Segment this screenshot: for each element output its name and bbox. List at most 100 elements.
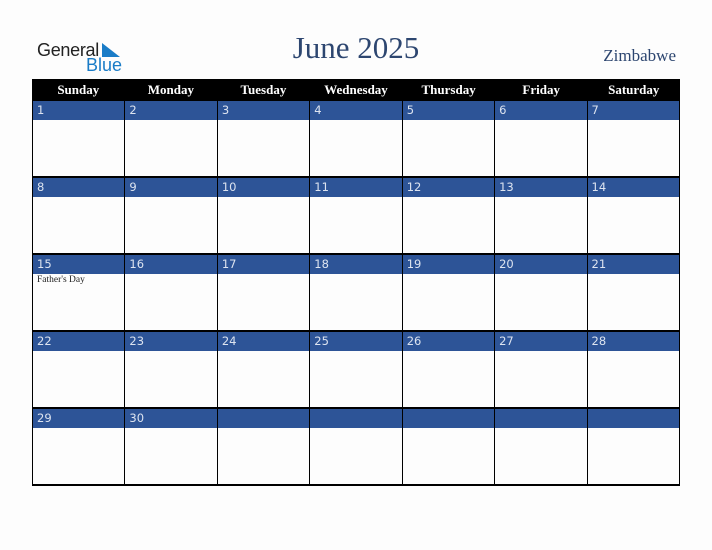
day-number: 27 — [495, 332, 587, 351]
holiday-label — [125, 120, 216, 121]
day-number: 8 — [33, 178, 125, 197]
holiday-label — [218, 428, 309, 429]
day-number — [217, 409, 310, 428]
day-cell: 4 — [309, 101, 402, 176]
day-number: 1 — [33, 101, 125, 120]
day-cell: 30 — [124, 409, 217, 484]
holiday-label — [403, 197, 494, 198]
holiday-label — [310, 197, 401, 198]
day-number — [587, 409, 679, 428]
day-number: 22 — [33, 332, 125, 351]
day-cell: 16 — [124, 255, 217, 330]
holiday-label — [495, 274, 586, 275]
day-cell — [586, 409, 680, 484]
day-number: 16 — [125, 255, 217, 274]
weekday-header: Sunday Monday Tuesday Wednesday Thursday Frid… — [32, 79, 680, 101]
day-cell: 8 — [32, 178, 125, 253]
holiday-label — [33, 428, 124, 429]
holiday-label — [125, 428, 216, 429]
holiday-label — [588, 428, 679, 429]
day-number: 14 — [587, 178, 679, 197]
day-number: 25 — [310, 332, 402, 351]
holiday-label — [310, 274, 401, 275]
holiday-label — [125, 197, 216, 198]
holiday-label — [588, 120, 679, 121]
holiday-label — [403, 428, 494, 429]
day-number: 3 — [217, 101, 310, 120]
day-cell: 3 — [216, 101, 310, 176]
day-number: 28 — [587, 332, 679, 351]
day-cell: 29 — [32, 409, 125, 484]
day-cell: 15 Father's Day — [32, 255, 125, 330]
day-number: 15 — [33, 255, 125, 274]
day-cell: 28 — [586, 332, 680, 407]
day-number: 18 — [310, 255, 402, 274]
day-number: 6 — [495, 101, 587, 120]
day-number: 20 — [495, 255, 587, 274]
day-cell: 2 — [124, 101, 217, 176]
holiday-label — [218, 197, 309, 198]
holiday-label — [403, 120, 494, 121]
calendar-grid: 1 2 3 4 5 6 7 8 9 10 11 12 13 14 15 Father's Day 16 17 18 1… — [32, 101, 680, 486]
holiday-label — [33, 120, 124, 121]
day-cell: 23 — [124, 332, 217, 407]
holiday-label — [310, 351, 401, 352]
day-cell: 17 — [216, 255, 310, 330]
day-cell: 22 — [32, 332, 125, 407]
weekday-wednesday: Wednesday — [324, 82, 388, 97]
day-number — [495, 409, 587, 428]
day-cell: 13 — [494, 178, 587, 253]
holiday-label — [218, 274, 309, 275]
holiday-label — [495, 120, 586, 121]
week-row: 22 23 24 25 26 27 28 — [32, 332, 680, 409]
day-number: 23 — [125, 332, 217, 351]
day-number: 21 — [587, 255, 679, 274]
day-number: 17 — [217, 255, 310, 274]
day-number: 26 — [402, 332, 495, 351]
weekday-sunday: Sunday — [57, 82, 100, 97]
week-row: 1234567 — [32, 101, 680, 178]
holiday-label — [588, 351, 679, 352]
weekday-thursday: Thursday — [421, 82, 476, 97]
holiday-label — [218, 351, 309, 352]
day-cell: 26 — [401, 332, 495, 407]
holiday-label — [33, 197, 124, 198]
holiday-label — [218, 120, 309, 121]
weekday-tuesday: Tuesday — [240, 82, 287, 97]
day-number — [402, 409, 495, 428]
day-number: 12 — [402, 178, 495, 197]
day-cell: 25 — [309, 332, 402, 407]
day-number: 29 — [33, 409, 125, 428]
day-number: 10 — [217, 178, 310, 197]
day-cell: 19 — [401, 255, 495, 330]
week-row: 15 Father's Day 16 17 18 19 20 21 — [32, 255, 680, 332]
day-cell: 24 — [216, 332, 310, 407]
day-cell: 18 — [309, 255, 402, 330]
day-cell: 27 — [494, 332, 587, 407]
day-number: 19 — [402, 255, 495, 274]
day-cell — [309, 409, 402, 484]
weekday-monday: Monday — [147, 82, 194, 97]
weekday-saturday: Saturday — [608, 82, 660, 97]
holiday-label — [310, 428, 401, 429]
holiday-label — [403, 351, 494, 352]
holiday-label — [125, 351, 216, 352]
holiday-label — [33, 351, 124, 352]
day-number: 5 — [402, 101, 495, 120]
week-row: 8 9 10 11 12 13 14 — [32, 178, 680, 255]
day-cell: 14 — [586, 178, 680, 253]
weekday-header-row: Sunday Monday Tuesday Wednesday Thursday Frid… — [32, 79, 680, 101]
day-cell: 20 — [494, 255, 587, 330]
day-number: 7 — [587, 101, 679, 120]
day-number: 9 — [125, 178, 217, 197]
day-cell — [401, 409, 495, 484]
country-label: Zimbabwe — [603, 46, 676, 65]
day-cell: 6 — [494, 101, 587, 176]
weekday-friday: Friday — [522, 82, 560, 97]
holiday-label — [125, 274, 216, 275]
day-number: 13 — [495, 178, 587, 197]
week-row: 29 30 — [32, 409, 680, 486]
day-cell: 21 — [586, 255, 680, 330]
holiday-label — [588, 274, 679, 275]
day-number: 4 — [310, 101, 402, 120]
